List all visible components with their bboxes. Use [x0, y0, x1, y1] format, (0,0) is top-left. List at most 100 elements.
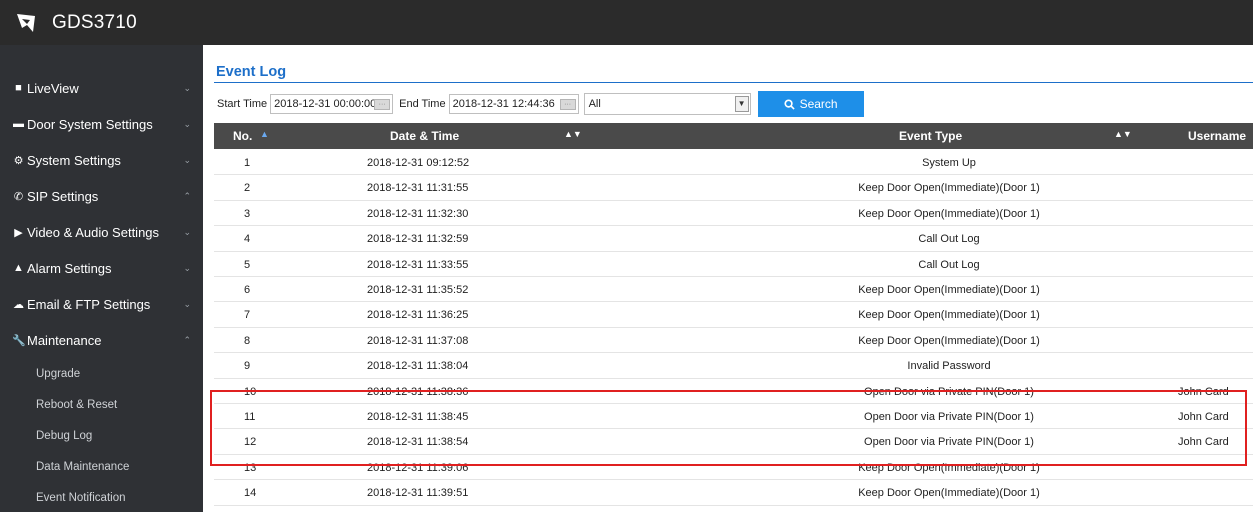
sidebar-subitem-data-maintenance[interactable]: Data Maintenance: [0, 451, 203, 482]
filter-bar: Start Time 2018-12-31 00:00:00 ··· End T…: [217, 91, 864, 117]
sidebar-subitem-reboot-reset[interactable]: Reboot & Reset: [0, 389, 203, 420]
event-type-select[interactable]: All ▼: [583, 93, 751, 115]
sidebar-item-video-audio[interactable]: ▶ Video & Audio Settings ⌄: [0, 214, 203, 250]
table-row[interactable]: 5 2018-12-31 11:33:55 Call Out Log: [214, 252, 1253, 277]
top-bar: GDS3710: [0, 0, 1253, 45]
brand-name: GDS3710: [52, 11, 137, 33]
cell-event-type: Keep Door Open(Immediate)(Door 1): [858, 309, 1040, 322]
cell-datetime: 2018-12-31 11:31:55: [367, 182, 469, 195]
cell-event-type: Keep Door Open(Immediate)(Door 1): [858, 182, 1040, 195]
cell-datetime: 2018-12-31 11:39:51: [367, 487, 469, 500]
wrench-icon: 🔧: [12, 334, 26, 347]
cell-no: 9: [244, 360, 251, 373]
table-row[interactable]: 6 2018-12-31 11:35:52 Keep Door Open(Immed…: [214, 277, 1253, 303]
table-row[interactable]: 9 2018-12-31 11:38:04 Invalid Password: [214, 353, 1253, 379]
table-row[interactable]: 3 2018-12-31 11:32:30 Keep Door Open(Immed…: [214, 201, 1253, 227]
sidebar-item-maintenance[interactable]: 🔧 Maintenance ⌃: [0, 322, 203, 358]
column-header-datetime[interactable]: Date & Time: [390, 129, 459, 143]
sidebar-item-label: SIP Settings: [27, 188, 99, 204]
start-time-input[interactable]: 2018-12-31 00:00:00 ···: [270, 94, 394, 114]
cell-no: 8: [244, 334, 251, 347]
sidebar-item-label: Alarm Settings: [27, 260, 112, 276]
cell-event-type: Keep Door Open(Immediate)(Door 1): [858, 487, 1040, 500]
table-row[interactable]: 1 2018-12-31 09:12:52 System Up: [214, 150, 1253, 176]
calendar-picker-icon[interactable]: ···: [559, 99, 576, 110]
table-row[interactable]: 8 2018-12-31 11:37:08 Keep Door Open(Immed…: [214, 328, 1253, 354]
event-type-value: All: [588, 98, 601, 110]
search-button[interactable]: Search: [757, 91, 864, 117]
sort-asc-icon[interactable]: ▲: [260, 129, 269, 139]
table-header: No. ▲ Date & Time ▲▼ Event Type ▲▼ Usern…: [214, 123, 1253, 149]
cell-event-type: Call Out Log: [918, 233, 980, 246]
cell-datetime: 2018-12-31 11:32:30: [367, 207, 469, 220]
sidebar-item-liveview[interactable]: ■ LiveView ⌄: [0, 70, 203, 106]
sidebar-item-door-system[interactable]: ▬ Door System Settings ⌄: [0, 106, 203, 142]
chevron-down-icon: ⌄: [183, 262, 191, 273]
sidebar-item-label: LiveView: [27, 80, 79, 96]
cell-datetime: 2018-12-31 11:36:25: [367, 309, 469, 322]
start-time-value: 2018-12-31 00:00:00: [274, 98, 377, 110]
sidebar-item-sip-settings[interactable]: ✆ SIP Settings ⌃: [0, 178, 203, 214]
sidebar-subitem-debug-log[interactable]: Debug Log: [0, 420, 203, 451]
cell-no: 5: [244, 258, 251, 271]
sidebar-item-system-settings[interactable]: ⚙ System Settings ⌄: [0, 142, 203, 178]
column-header-username[interactable]: Username: [1188, 129, 1246, 143]
phone-icon: ✆: [13, 190, 24, 203]
cell-datetime: 2018-12-31 11:38:04: [367, 360, 469, 373]
cell-event-type: System Up: [922, 157, 976, 169]
column-header-event-type[interactable]: Event Type: [899, 129, 962, 143]
start-time-label: Start Time: [217, 98, 268, 110]
highlight-box: [210, 390, 1247, 466]
sidebar-item-label: Video & Audio Settings: [27, 224, 160, 240]
cell-event-type: Keep Door Open(Immediate)(Door 1): [858, 284, 1040, 296]
card-icon: ▬: [13, 118, 24, 130]
cell-datetime: 2018-12-31 11:37:08: [367, 334, 469, 347]
cell-no: 14: [244, 487, 257, 500]
column-header-no[interactable]: No.: [233, 129, 252, 143]
cell-datetime: 2018-12-31 11:33:55: [367, 258, 469, 271]
sort-icon[interactable]: ▲▼: [564, 129, 582, 139]
chevron-down-icon: ⌄: [183, 118, 191, 129]
sort-icon[interactable]: ▲▼: [1114, 129, 1132, 139]
sidebar: ■ LiveView ⌄ ▬ Door System Settings ⌄ ⚙ …: [0, 45, 203, 512]
sidebar-item-label: Email & FTP Settings: [27, 296, 151, 312]
cell-event-type: Invalid Password: [907, 360, 991, 373]
chevron-down-icon: ⌄: [183, 82, 191, 93]
cell-event-type: Keep Door Open(Immediate)(Door 1): [858, 334, 1040, 347]
cloud-icon: ☁: [13, 298, 24, 311]
sidebar-subitem-upgrade[interactable]: Upgrade: [0, 358, 203, 389]
cell-no: 4: [244, 233, 251, 246]
bell-icon: ▲: [13, 262, 24, 274]
end-time-input[interactable]: 2018-12-31 12:44:36 ···: [448, 94, 579, 114]
search-button-label: Search: [799, 97, 838, 111]
end-time-value: 2018-12-31 12:44:36: [452, 98, 555, 110]
table-row[interactable]: 7 2018-12-31 11:36:25 Keep Door Open(Immed…: [214, 302, 1253, 328]
chevron-down-icon: ⌄: [183, 154, 191, 165]
chevron-up-icon: ⌃: [183, 190, 191, 201]
end-time-label: End Time: [399, 98, 446, 110]
table-row[interactable]: 4 2018-12-31 11:32:59 Call Out Log: [214, 226, 1253, 252]
cell-event-type: Keep Door Open(Immediate)(Door 1): [858, 207, 1040, 220]
chevron-up-icon: ⌃: [183, 334, 191, 345]
cell-datetime: 2018-12-31 11:35:52: [367, 284, 469, 296]
chevron-down-icon: ⌄: [183, 298, 191, 309]
sidebar-item-label: Door System Settings: [27, 116, 153, 132]
sidebar-subitem-event-notification[interactable]: Event Notification: [0, 482, 203, 513]
cell-event-type: Call Out Log: [918, 258, 980, 271]
camera-icon: ■: [15, 82, 22, 94]
cell-no: 3: [244, 207, 251, 220]
grandstream-logo-icon[interactable]: [14, 11, 38, 35]
sidebar-item-email-ftp[interactable]: ☁ Email & FTP Settings ⌄: [0, 286, 203, 322]
cell-datetime: 2018-12-31 11:32:59: [367, 233, 469, 246]
cell-no: 1: [244, 157, 251, 169]
sidebar-item-alarm-settings[interactable]: ▲ Alarm Settings ⌄: [0, 250, 203, 286]
cell-no: 2: [244, 182, 251, 195]
page-title: Event Log: [216, 64, 287, 80]
gear-icon: ⚙: [13, 154, 24, 167]
calendar-picker-icon[interactable]: ···: [374, 99, 391, 110]
sidebar-item-label: Maintenance: [27, 332, 102, 348]
table-row[interactable]: 2 2018-12-31 11:31:55 Keep Door Open(Immed…: [214, 175, 1253, 201]
cell-no: 7: [244, 309, 251, 322]
table-row[interactable]: 14 2018-12-31 11:39:51 Keep Door Open(Imme…: [214, 480, 1253, 506]
sidebar-item-label: System Settings: [27, 152, 121, 168]
